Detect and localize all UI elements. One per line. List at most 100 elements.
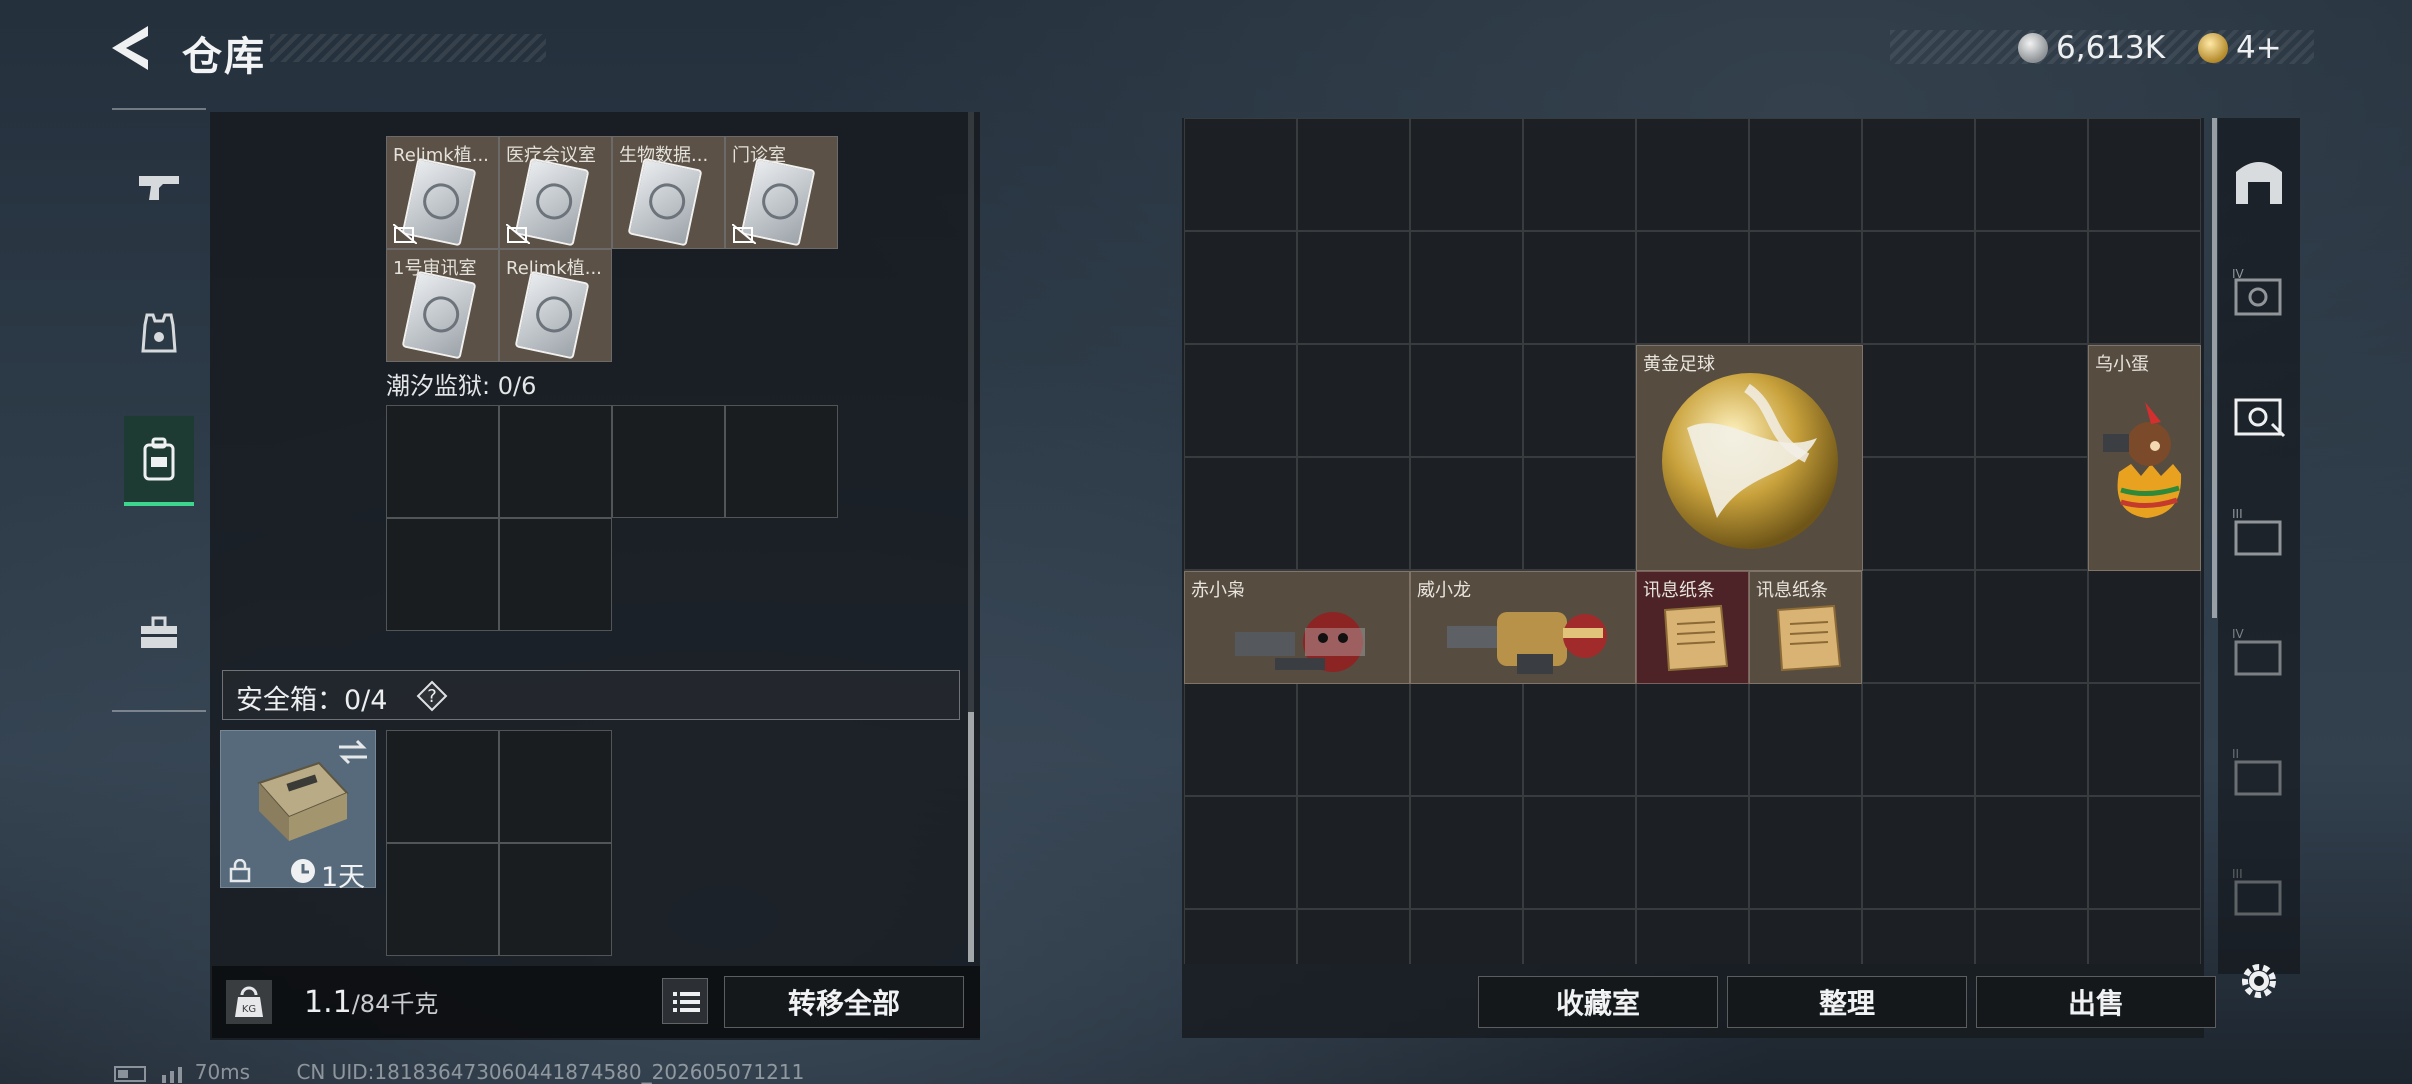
storage-slot[interactable] bbox=[1975, 796, 2088, 909]
storage-slot[interactable] bbox=[2088, 231, 2201, 344]
tab-storage-active[interactable] bbox=[2228, 384, 2290, 446]
egg-figure-item[interactable]: 乌小蛋 bbox=[2088, 345, 2201, 571]
storage-slot[interactable] bbox=[1862, 796, 1975, 909]
nav-toolbox[interactable] bbox=[124, 588, 194, 678]
swap-icon[interactable] bbox=[337, 739, 369, 765]
storage-slot[interactable] bbox=[1862, 683, 1975, 796]
tab-storage-3b[interactable]: III bbox=[2228, 864, 2290, 926]
storage-slot[interactable] bbox=[1410, 683, 1523, 796]
storage-slot[interactable] bbox=[1975, 231, 2088, 344]
storage-slot[interactable] bbox=[2088, 683, 2201, 796]
storage-slot[interactable] bbox=[1297, 683, 1410, 796]
list-view-button[interactable] bbox=[662, 978, 708, 1024]
storage-slot[interactable] bbox=[1749, 118, 1862, 231]
storage-slot[interactable] bbox=[1184, 796, 1297, 909]
tab-storage-4[interactable]: IV bbox=[2228, 264, 2290, 326]
message-note-item[interactable]: 讯息纸条 bbox=[1749, 571, 1862, 684]
storage-slot[interactable] bbox=[1184, 457, 1297, 570]
storage-slot[interactable] bbox=[1975, 457, 2088, 570]
storage-slot[interactable] bbox=[1749, 231, 1862, 344]
keycard-item[interactable]: Relimk植... bbox=[499, 249, 612, 362]
storage-slot[interactable] bbox=[1636, 683, 1749, 796]
tab-storage-3[interactable]: III bbox=[2228, 504, 2290, 566]
storage-slot[interactable] bbox=[2088, 570, 2201, 683]
empty-slot[interactable] bbox=[612, 405, 725, 518]
storage-slot[interactable] bbox=[1184, 118, 1297, 231]
empty-slot[interactable] bbox=[499, 518, 612, 631]
storage-slot[interactable] bbox=[1297, 457, 1410, 570]
storage-slot[interactable] bbox=[1636, 231, 1749, 344]
safe-empty-slot[interactable] bbox=[386, 730, 499, 843]
storage-tabs-scrollbar[interactable] bbox=[2212, 118, 2217, 618]
collection-room-button[interactable]: 收藏室 bbox=[1478, 976, 1718, 1028]
storage-slot[interactable] bbox=[1410, 457, 1523, 570]
nav-backpack[interactable] bbox=[124, 416, 194, 506]
weixiaolong-item[interactable]: 威小龙 bbox=[1410, 571, 1636, 684]
storage-slot[interactable] bbox=[1636, 118, 1749, 231]
storage-slot[interactable] bbox=[1523, 909, 1636, 964]
storage-slot[interactable] bbox=[1636, 909, 1749, 964]
storage-slot[interactable] bbox=[1297, 909, 1410, 964]
storage-slot[interactable] bbox=[1523, 231, 1636, 344]
storage-slot[interactable] bbox=[1410, 231, 1523, 344]
storage-slot[interactable] bbox=[1975, 570, 2088, 683]
keycard-item[interactable]: 1号审讯室 bbox=[386, 249, 499, 362]
storage-slot[interactable] bbox=[1975, 118, 2088, 231]
storage-slot[interactable] bbox=[1862, 570, 1975, 683]
tab-storage-2[interactable]: II bbox=[2228, 744, 2290, 806]
storage-slot[interactable] bbox=[2088, 796, 2201, 909]
storage-slot[interactable] bbox=[1410, 344, 1523, 457]
storage-slot[interactable] bbox=[1297, 344, 1410, 457]
help-button[interactable]: ? bbox=[416, 680, 448, 712]
backpack-scrollbar-thumb[interactable] bbox=[968, 712, 974, 962]
storage-slot[interactable] bbox=[1410, 118, 1523, 231]
storage-slot[interactable] bbox=[1975, 909, 2088, 964]
storage-slot[interactable] bbox=[2088, 909, 2201, 964]
back-button[interactable] bbox=[108, 22, 156, 74]
storage-slot[interactable] bbox=[1862, 231, 1975, 344]
storage-slot[interactable] bbox=[1184, 683, 1297, 796]
storage-slot[interactable] bbox=[1749, 683, 1862, 796]
settings-button[interactable] bbox=[2234, 956, 2284, 1006]
message-note-item[interactable]: 讯息纸条 bbox=[1636, 571, 1749, 684]
empty-slot[interactable] bbox=[725, 405, 838, 518]
storage-slot[interactable] bbox=[2088, 118, 2201, 231]
storage-slot[interactable] bbox=[1523, 457, 1636, 570]
storage-slot[interactable] bbox=[1975, 344, 2088, 457]
storage-slot[interactable] bbox=[1523, 118, 1636, 231]
storage-slot[interactable] bbox=[1862, 118, 1975, 231]
storage-slot[interactable] bbox=[1410, 796, 1523, 909]
keycard-item[interactable]: Relimk植... bbox=[386, 136, 499, 249]
storage-slot[interactable] bbox=[1862, 457, 1975, 570]
safe-case-item[interactable]: 1天 bbox=[220, 730, 376, 893]
empty-slot[interactable] bbox=[386, 518, 499, 631]
chixiaoxiao-item[interactable]: 赤小枭 bbox=[1184, 571, 1410, 684]
storage-slot[interactable] bbox=[1636, 796, 1749, 909]
gold-football-item[interactable]: 黄金足球 bbox=[1636, 345, 1863, 571]
storage-slot[interactable] bbox=[1862, 909, 1975, 964]
storage-slot[interactable] bbox=[1749, 909, 1862, 964]
storage-slot[interactable] bbox=[1523, 796, 1636, 909]
sell-button[interactable]: 出售 bbox=[1976, 976, 2216, 1028]
storage-slot[interactable] bbox=[1862, 344, 1975, 457]
storage-slot[interactable] bbox=[1523, 344, 1636, 457]
storage-slot[interactable] bbox=[1184, 344, 1297, 457]
storage-slot[interactable] bbox=[1523, 683, 1636, 796]
tab-warehouse[interactable] bbox=[2228, 148, 2290, 210]
safe-empty-slot[interactable] bbox=[386, 843, 499, 956]
nav-armor[interactable] bbox=[124, 288, 194, 378]
storage-slot[interactable] bbox=[1297, 796, 1410, 909]
keycard-item[interactable]: 生物数据... bbox=[612, 136, 725, 249]
transfer-all-button[interactable]: 转移全部 bbox=[724, 976, 964, 1028]
keycard-item[interactable]: 门诊室 bbox=[725, 136, 838, 249]
keycard-item[interactable]: 医疗会议室 bbox=[499, 136, 612, 249]
storage-slot[interactable] bbox=[1297, 118, 1410, 231]
tab-storage-4b[interactable]: IV bbox=[2228, 624, 2290, 686]
storage-slot[interactable] bbox=[1410, 909, 1523, 964]
storage-slot[interactable] bbox=[1297, 231, 1410, 344]
safe-empty-slot[interactable] bbox=[499, 730, 612, 843]
nav-weapons[interactable] bbox=[124, 142, 194, 232]
storage-slot[interactable] bbox=[1184, 909, 1297, 964]
empty-slot[interactable] bbox=[386, 405, 499, 518]
sort-button[interactable]: 整理 bbox=[1727, 976, 1967, 1028]
